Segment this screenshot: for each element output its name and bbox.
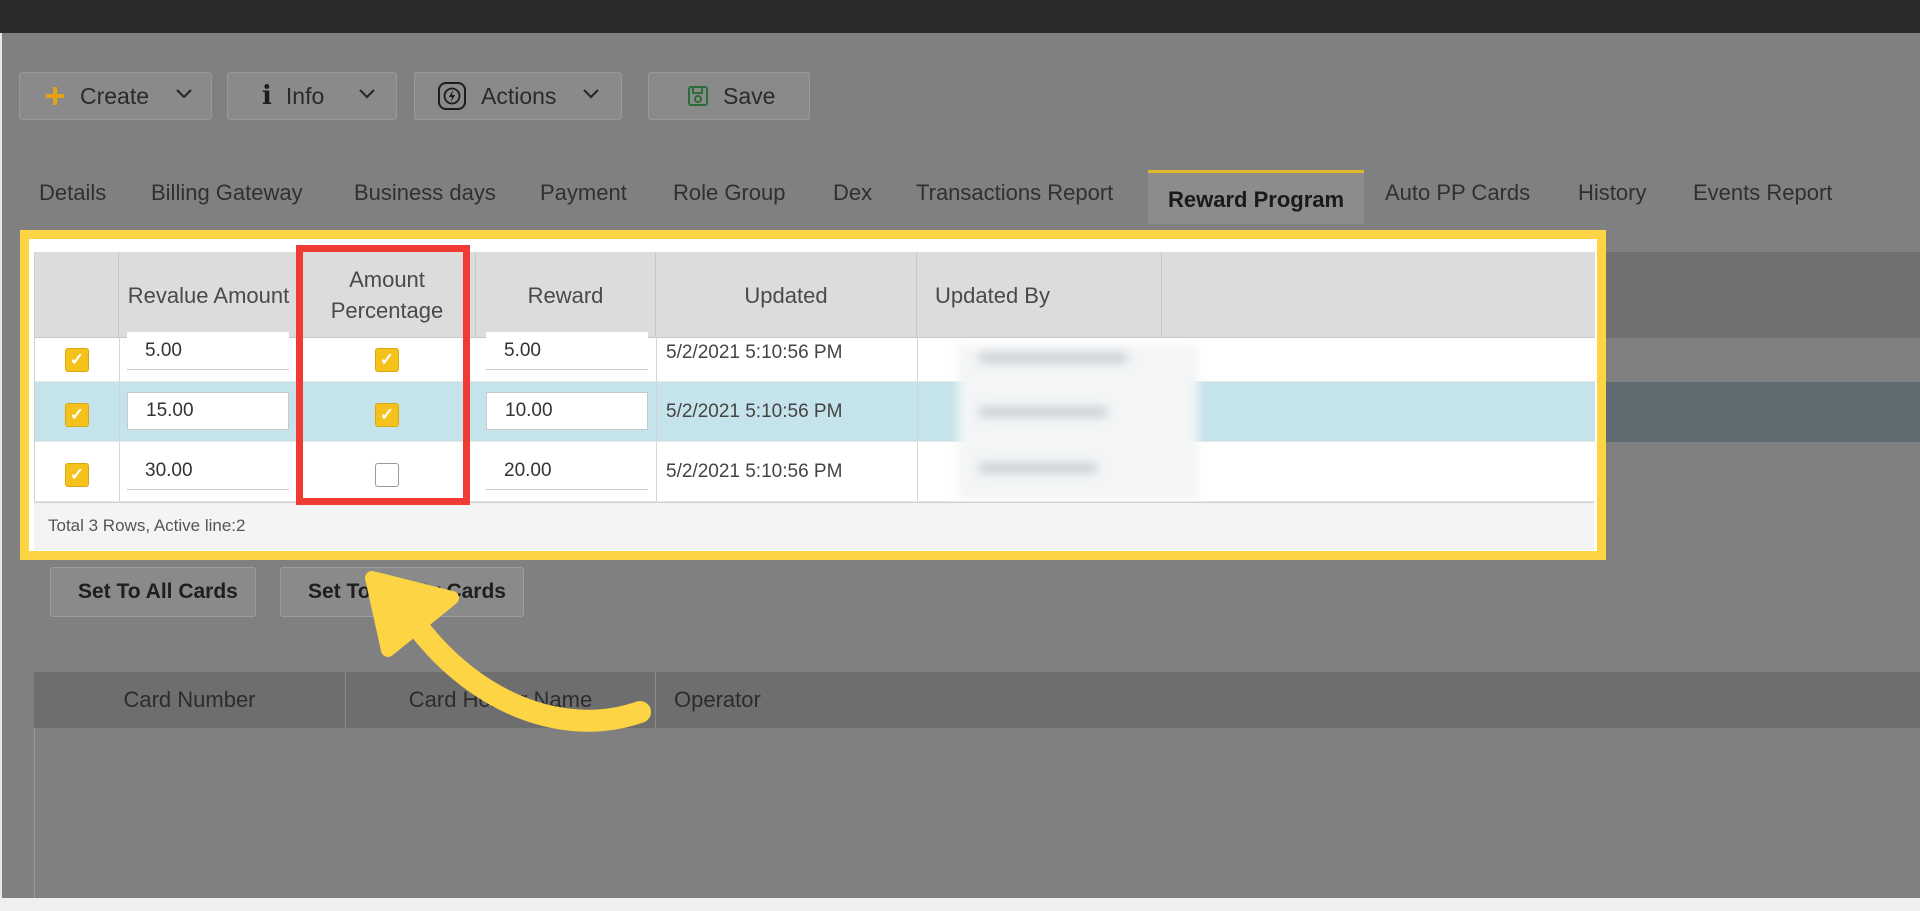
cards-table-body xyxy=(34,728,1920,898)
select-column-header xyxy=(35,252,119,338)
table-row[interactable]: ✓ 15.00 ✓ 10.00 5/2/2021 5:10:56 PM xyxy=(35,382,1595,442)
set-to-all-cards-button[interactable]: Set To All Cards xyxy=(50,567,256,617)
tab-role-group[interactable]: Role Group xyxy=(673,180,786,206)
cards-table-header: Card Number Card Holder Name Operator xyxy=(34,672,1920,728)
tab-reward-program[interactable]: Reward Program xyxy=(1148,170,1365,224)
tab-business-days[interactable]: Business days xyxy=(354,180,496,206)
actions-label: Actions xyxy=(481,82,557,109)
lightning-icon xyxy=(437,81,467,111)
column-divider xyxy=(656,338,657,381)
row-select-checkbox[interactable]: ✓ xyxy=(65,403,89,427)
column-divider xyxy=(119,442,120,501)
left-edge xyxy=(0,33,2,911)
table-row[interactable]: ✓ 30.00 20.00 5/2/2021 5:10:56 PM xyxy=(35,442,1595,502)
tab-payment[interactable]: Payment xyxy=(540,180,627,206)
create-label: Create xyxy=(80,82,150,109)
reward-input[interactable]: 10.00 xyxy=(486,392,648,430)
tab-transactions-report[interactable]: Transactions Report xyxy=(916,180,1113,206)
updated-by-header[interactable]: Updated By xyxy=(917,252,1162,338)
card-number-header[interactable]: Card Number xyxy=(34,672,346,728)
revalue-amount-input[interactable]: 30.00 xyxy=(127,452,289,490)
updated-cell: 5/2/2021 5:10:56 PM xyxy=(666,342,843,363)
revalue-amount-input[interactable]: 15.00 xyxy=(127,392,289,430)
info-icon: i xyxy=(262,81,272,111)
column-divider xyxy=(656,442,657,501)
updated-cell: 5/2/2021 5:10:56 PM xyxy=(666,461,843,482)
row-select-checkbox[interactable]: ✓ xyxy=(65,348,89,372)
tab-history[interactable]: History xyxy=(1578,180,1646,206)
save-label: Save xyxy=(723,82,776,109)
column-divider xyxy=(917,382,918,441)
amount-percentage-highlight xyxy=(296,245,470,505)
chevron-down-icon xyxy=(582,87,600,105)
updated-by-redacted xyxy=(958,345,1198,500)
chevron-down-icon xyxy=(175,87,193,105)
column-divider xyxy=(917,338,918,381)
window-top-bar xyxy=(0,0,1920,33)
updated-header[interactable]: Updated xyxy=(656,252,917,338)
updated-cell: 5/2/2021 5:10:56 PM xyxy=(666,401,843,422)
reward-header[interactable]: Reward xyxy=(476,252,656,338)
row-select-checkbox[interactable]: ✓ xyxy=(65,463,89,487)
grid-header-overflow xyxy=(1606,252,1920,338)
column-divider xyxy=(656,382,657,441)
chevron-down-icon xyxy=(358,87,376,105)
info-button[interactable]: i Info xyxy=(227,72,397,120)
grid-header: Revalue Amount Amount Percentage Reward … xyxy=(35,252,1595,338)
revalue-amount-header[interactable]: Revalue Amount xyxy=(119,252,299,338)
save-button[interactable]: Save xyxy=(648,72,810,120)
tab-events-report[interactable]: Events Report xyxy=(1693,180,1832,206)
reward-input[interactable]: 5.00 xyxy=(486,332,648,370)
selected-row-overflow xyxy=(1606,382,1920,442)
bottom-strip xyxy=(0,898,1920,911)
tab-details[interactable]: Details xyxy=(39,180,106,206)
plus-icon xyxy=(44,85,66,107)
tab-billing-gateway[interactable]: Billing Gateway xyxy=(151,180,303,206)
info-label: Info xyxy=(285,82,325,109)
tab-auto-pp-cards[interactable]: Auto PP Cards xyxy=(1385,180,1530,206)
tab-dex[interactable]: Dex xyxy=(833,180,872,206)
reward-grid: Revalue Amount Amount Percentage Reward … xyxy=(34,252,1595,502)
reward-input[interactable]: 20.00 xyxy=(486,452,648,490)
column-divider xyxy=(119,338,120,381)
grid-footer-status: Total 3 Rows, Active line:2 xyxy=(34,502,1594,550)
operator-header[interactable]: Operator xyxy=(656,672,1056,728)
column-divider xyxy=(917,442,918,501)
set-to-empty-cards-button[interactable]: Set To Empty Cards xyxy=(280,567,524,617)
create-button[interactable]: Create xyxy=(19,72,212,120)
card-holder-name-header[interactable]: Card Holder Name xyxy=(346,672,656,728)
actions-button[interactable]: Actions xyxy=(414,72,622,120)
save-icon xyxy=(687,85,709,107)
column-divider xyxy=(119,382,120,441)
revalue-amount-input[interactable]: 5.00 xyxy=(127,332,289,370)
table-row[interactable]: ✓ 5.00 ✓ 5.00 5/2/2021 5:10:56 PM xyxy=(35,332,1595,382)
